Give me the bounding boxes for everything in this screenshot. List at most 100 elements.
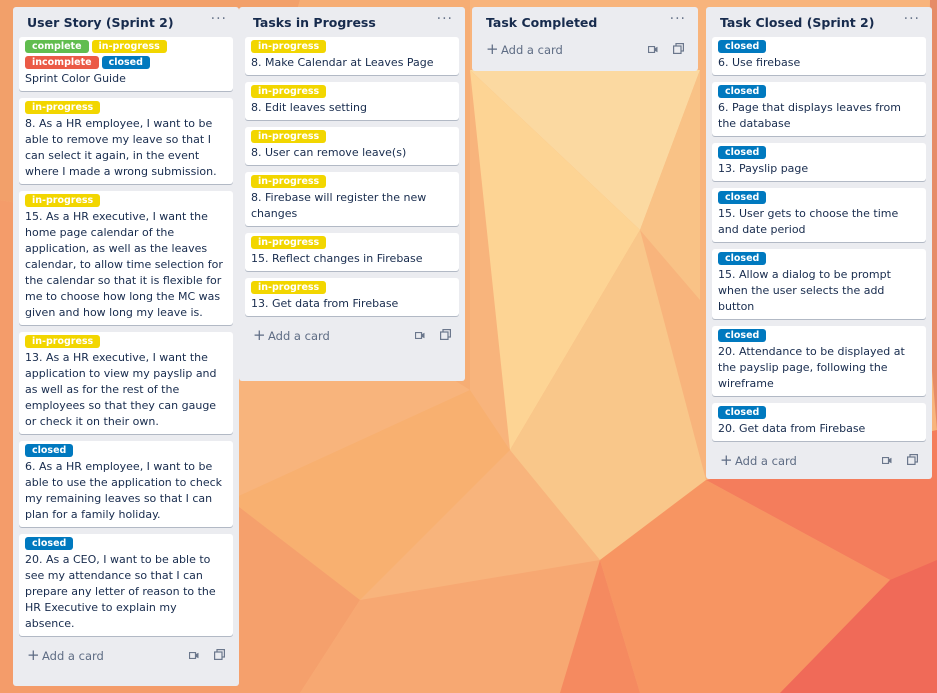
label-in-progress[interactable]: in-progress	[25, 194, 101, 207]
label-in-progress[interactable]: in-progress	[25, 335, 101, 348]
list-header: Tasks in Progress ···	[245, 7, 459, 37]
more-horizontal-icon[interactable]: ···	[211, 12, 227, 26]
label-closed[interactable]: closed	[25, 537, 74, 550]
card-title: 8. Make Calendar at Leaves Page	[251, 56, 434, 69]
label-closed[interactable]: closed	[718, 146, 767, 159]
add-card-button[interactable]: + Add a card	[245, 323, 459, 351]
label-closed[interactable]: closed	[718, 329, 767, 342]
card-title: 13. Payslip page	[718, 162, 809, 175]
card[interactable]: closed 15. Allow a dialog to be prompt w…	[712, 249, 926, 319]
card-labels: in-progress	[25, 101, 227, 114]
card-title: 8. User can remove leave(s)	[251, 146, 407, 159]
list-title[interactable]: Task Closed (Sprint 2)	[720, 15, 874, 30]
label-in-progress[interactable]: in-progress	[25, 101, 101, 114]
add-card-button[interactable]: + Add a card	[712, 448, 926, 476]
list-header: Task Completed ···	[478, 7, 692, 37]
card[interactable]: in-progress 15. Reflect changes in Fireb…	[245, 233, 459, 271]
card-labels: closed	[718, 85, 920, 98]
card[interactable]: in-progress 8. Firebase will register th…	[245, 172, 459, 226]
card-title: 15. As a HR executive, I want the home p…	[25, 210, 223, 319]
label-closed[interactable]: closed	[718, 40, 767, 53]
label-closed[interactable]: closed	[718, 406, 767, 419]
label-closed[interactable]: closed	[25, 444, 74, 457]
more-horizontal-icon[interactable]: ···	[437, 12, 453, 26]
list-task-completed: Task Completed ··· + Add a card	[472, 7, 698, 71]
card[interactable]: in-progress 8. Edit leaves setting	[245, 82, 459, 120]
list-header: Task Closed (Sprint 2) ···	[712, 7, 926, 37]
card-title: 13. Get data from Firebase	[251, 297, 399, 310]
card-labels: closed	[718, 252, 920, 265]
card-title: 20. Get data from Firebase	[718, 422, 866, 435]
card-template-icon[interactable]	[214, 649, 225, 660]
camera-icon[interactable]	[415, 332, 425, 339]
card-title: 8. Edit leaves setting	[251, 101, 367, 114]
card-title: 15. Allow a dialog to be prompt when the…	[718, 268, 891, 313]
label-in-progress[interactable]: in-progress	[251, 130, 327, 143]
card[interactable]: in-progress 13. Get data from Firebase	[245, 278, 459, 316]
card[interactable]: closed 20. Attendance to be displayed at…	[712, 326, 926, 396]
label-incomplete[interactable]: incomplete	[25, 56, 99, 69]
card[interactable]: in-progress 8. Make Calendar at Leaves P…	[245, 37, 459, 75]
card[interactable]: closed 13. Payslip page	[712, 143, 926, 181]
list-title[interactable]: User Story (Sprint 2)	[27, 15, 174, 30]
label-closed[interactable]: closed	[718, 252, 767, 265]
card[interactable]: in-progress 15. As a HR executive, I wan…	[19, 191, 233, 325]
card-title: 20. Attendance to be displayed at the pa…	[718, 345, 905, 390]
card-labels: in-progress	[25, 194, 227, 207]
label-in-progress[interactable]: in-progress	[251, 236, 327, 249]
card-labels: closed	[718, 329, 920, 342]
card-title: 6. As a HR employee, I want to be able t…	[25, 460, 223, 521]
label-complete[interactable]: complete	[25, 40, 89, 53]
add-card-label: Add a card	[735, 454, 797, 468]
card[interactable]: closed 15. User gets to choose the time …	[712, 188, 926, 242]
card-labels: complete in-progress incomplete closed	[25, 40, 227, 69]
plus-icon: +	[253, 326, 266, 344]
card[interactable]: closed 6. As a HR employee, I want to be…	[19, 441, 233, 527]
card-labels: closed	[718, 40, 920, 53]
more-horizontal-icon[interactable]: ···	[904, 12, 920, 26]
list-task-closed: Task Closed (Sprint 2) ··· closed 6. Use…	[706, 7, 932, 479]
add-card-button[interactable]: + Add a card	[19, 643, 233, 671]
card-template-icon[interactable]	[907, 454, 918, 465]
card-labels: closed	[718, 146, 920, 159]
card-template-icon[interactable]	[673, 43, 684, 54]
label-in-progress[interactable]: in-progress	[91, 40, 167, 53]
card-labels: in-progress	[251, 130, 453, 143]
camera-icon[interactable]	[648, 46, 658, 53]
card-labels: closed	[718, 406, 920, 419]
card-template-icon[interactable]	[440, 329, 451, 340]
more-horizontal-icon[interactable]: ···	[670, 12, 686, 26]
label-closed[interactable]: closed	[718, 85, 767, 98]
label-in-progress[interactable]: in-progress	[251, 85, 327, 98]
camera-icon[interactable]	[882, 457, 892, 464]
label-in-progress[interactable]: in-progress	[251, 40, 327, 53]
list-tasks-in-progress: Tasks in Progress ··· in-progress 8. Mak…	[239, 7, 465, 381]
card[interactable]: closed 20. As a CEO, I want to be able t…	[19, 534, 233, 636]
plus-icon: +	[720, 451, 733, 469]
label-closed[interactable]: closed	[718, 191, 767, 204]
add-card-button[interactable]: + Add a card	[478, 37, 692, 65]
label-in-progress[interactable]: in-progress	[251, 281, 327, 294]
card[interactable]: in-progress 13. As a HR executive, I wan…	[19, 332, 233, 434]
label-in-progress[interactable]: in-progress	[251, 175, 327, 188]
card-labels: in-progress	[251, 175, 453, 188]
card-labels: in-progress	[251, 281, 453, 294]
card-title: 15. User gets to choose the time and dat…	[718, 207, 899, 236]
label-closed[interactable]: closed	[101, 56, 150, 69]
list-title[interactable]: Task Completed	[486, 15, 597, 30]
card-title: 15. Reflect changes in Firebase	[251, 252, 423, 265]
card[interactable]: closed 20. Get data from Firebase	[712, 403, 926, 441]
card-labels: in-progress	[251, 40, 453, 53]
list-title[interactable]: Tasks in Progress	[253, 15, 376, 30]
list-header: User Story (Sprint 2) ···	[19, 7, 233, 37]
card[interactable]: in-progress 8. User can remove leave(s)	[245, 127, 459, 165]
card-title: 6. Use firebase	[718, 56, 801, 69]
card[interactable]: closed 6. Page that displays leaves from…	[712, 82, 926, 136]
card[interactable]: in-progress 8. As a HR employee, I want …	[19, 98, 233, 184]
card-labels: closed	[718, 191, 920, 204]
camera-icon[interactable]	[189, 652, 199, 659]
card-title: 6. Page that displays leaves from the da…	[718, 101, 901, 130]
card[interactable]: closed 6. Use firebase	[712, 37, 926, 75]
card[interactable]: complete in-progress incomplete closed S…	[19, 37, 233, 91]
plus-icon: +	[486, 40, 499, 58]
